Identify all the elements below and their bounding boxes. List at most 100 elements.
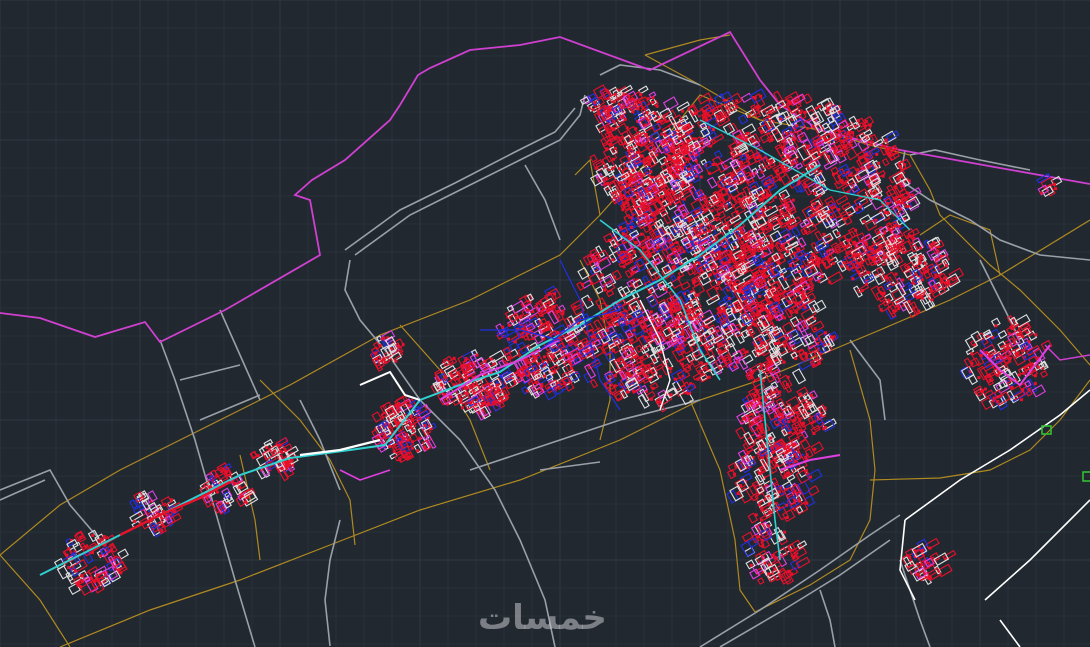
manhole-mark: [803, 305, 807, 309]
manhole-mark: [388, 425, 392, 429]
manhole-mark: [812, 432, 816, 436]
manhole-mark: [781, 140, 785, 144]
manhole-mark: [994, 324, 998, 328]
manhole-mark: [804, 351, 808, 355]
manhole-mark: [1017, 373, 1021, 377]
manhole-mark: [996, 373, 1000, 377]
highway-edge: [999, 619, 1021, 647]
manhole-mark: [633, 305, 637, 309]
manhole-mark: [789, 263, 793, 267]
manhole-mark: [642, 197, 646, 201]
manhole-mark: [501, 325, 505, 329]
manhole-mark: [630, 272, 634, 276]
highway-edge: [984, 499, 1090, 601]
building-outline: [677, 270, 685, 278]
manhole-mark: [704, 325, 708, 329]
manhole-mark: [627, 332, 631, 336]
manhole-mark: [856, 168, 860, 172]
manhole-mark: [833, 151, 837, 155]
building-cluster: [901, 537, 957, 586]
manhole-mark: [644, 132, 648, 136]
manhole-mark: [613, 147, 617, 151]
manhole-mark: [792, 555, 796, 559]
manhole-mark: [622, 204, 626, 208]
manhole-mark: [703, 195, 707, 199]
manhole-mark: [759, 401, 763, 405]
manhole-mark: [674, 321, 678, 325]
manhole-mark: [762, 208, 766, 212]
manhole-mark: [133, 519, 137, 523]
manhole-mark: [613, 384, 617, 388]
manhole-mark: [619, 312, 623, 316]
manhole-mark: [894, 186, 898, 190]
manhole-mark: [612, 157, 616, 161]
manhole-mark: [769, 369, 773, 373]
manhole-mark: [793, 489, 797, 493]
manhole-mark: [681, 332, 685, 336]
manhole-mark: [681, 109, 685, 113]
manhole-mark: [980, 390, 984, 394]
manhole-mark: [423, 424, 427, 428]
manhole-mark: [632, 389, 636, 393]
manhole-mark: [96, 573, 100, 577]
manhole-mark: [651, 175, 655, 179]
drawing-canvas[interactable]: [0, 0, 1090, 647]
manhole-mark: [785, 503, 789, 507]
manhole-mark: [714, 217, 718, 221]
manhole-mark: [667, 154, 671, 158]
manhole-mark: [401, 343, 405, 347]
manhole-mark: [851, 277, 855, 281]
manhole-mark: [699, 268, 703, 272]
manhole-mark: [561, 312, 565, 316]
manhole-mark: [731, 152, 735, 156]
manhole-mark: [813, 316, 817, 320]
manhole-mark: [1010, 385, 1014, 389]
manhole-mark: [581, 282, 585, 286]
manhole-mark: [611, 258, 615, 262]
cad-drawing-viewport[interactable]: خمسات: [0, 0, 1090, 647]
manhole-mark: [883, 211, 887, 215]
manhole-mark: [622, 260, 626, 264]
manhole-mark: [623, 118, 627, 122]
manhole-mark: [588, 298, 592, 302]
manhole-mark: [722, 98, 726, 102]
manhole-mark: [802, 421, 806, 425]
manhole-mark: [766, 524, 770, 528]
manhole-mark: [795, 124, 799, 128]
manhole-mark: [668, 137, 672, 141]
manhole-mark: [778, 117, 782, 121]
manhole-mark: [625, 126, 629, 130]
building-outline: [729, 214, 742, 225]
building-outline: [791, 368, 807, 385]
manhole-mark: [475, 353, 479, 357]
manhole-mark: [811, 253, 815, 257]
manhole-mark: [841, 153, 845, 157]
manhole-mark: [874, 218, 878, 222]
building-outline: [737, 114, 749, 125]
manhole-mark: [631, 187, 635, 191]
manhole-mark: [813, 447, 817, 451]
building-cluster: [495, 285, 600, 401]
pipe-line: [339, 469, 391, 481]
building-cluster: [369, 329, 405, 372]
building-outline: [963, 357, 973, 369]
manhole-mark: [763, 322, 767, 326]
building-outline: [706, 176, 718, 189]
manhole-mark: [649, 397, 653, 401]
manhole-mark: [410, 446, 414, 450]
building-outline: [797, 237, 807, 248]
manhole-mark: [423, 445, 427, 449]
manhole-mark: [784, 451, 788, 455]
manhole-mark: [773, 342, 777, 346]
manhole-mark: [537, 362, 541, 366]
manhole-mark: [930, 298, 934, 302]
building-outline: [662, 96, 679, 111]
manhole-mark: [801, 265, 805, 269]
manhole-mark: [920, 278, 924, 282]
manhole-mark: [208, 485, 212, 489]
building-cluster: [371, 394, 437, 464]
manhole-mark: [638, 376, 642, 380]
manhole-mark: [903, 163, 907, 167]
manhole-mark: [828, 280, 832, 284]
manhole-mark: [1039, 191, 1043, 195]
